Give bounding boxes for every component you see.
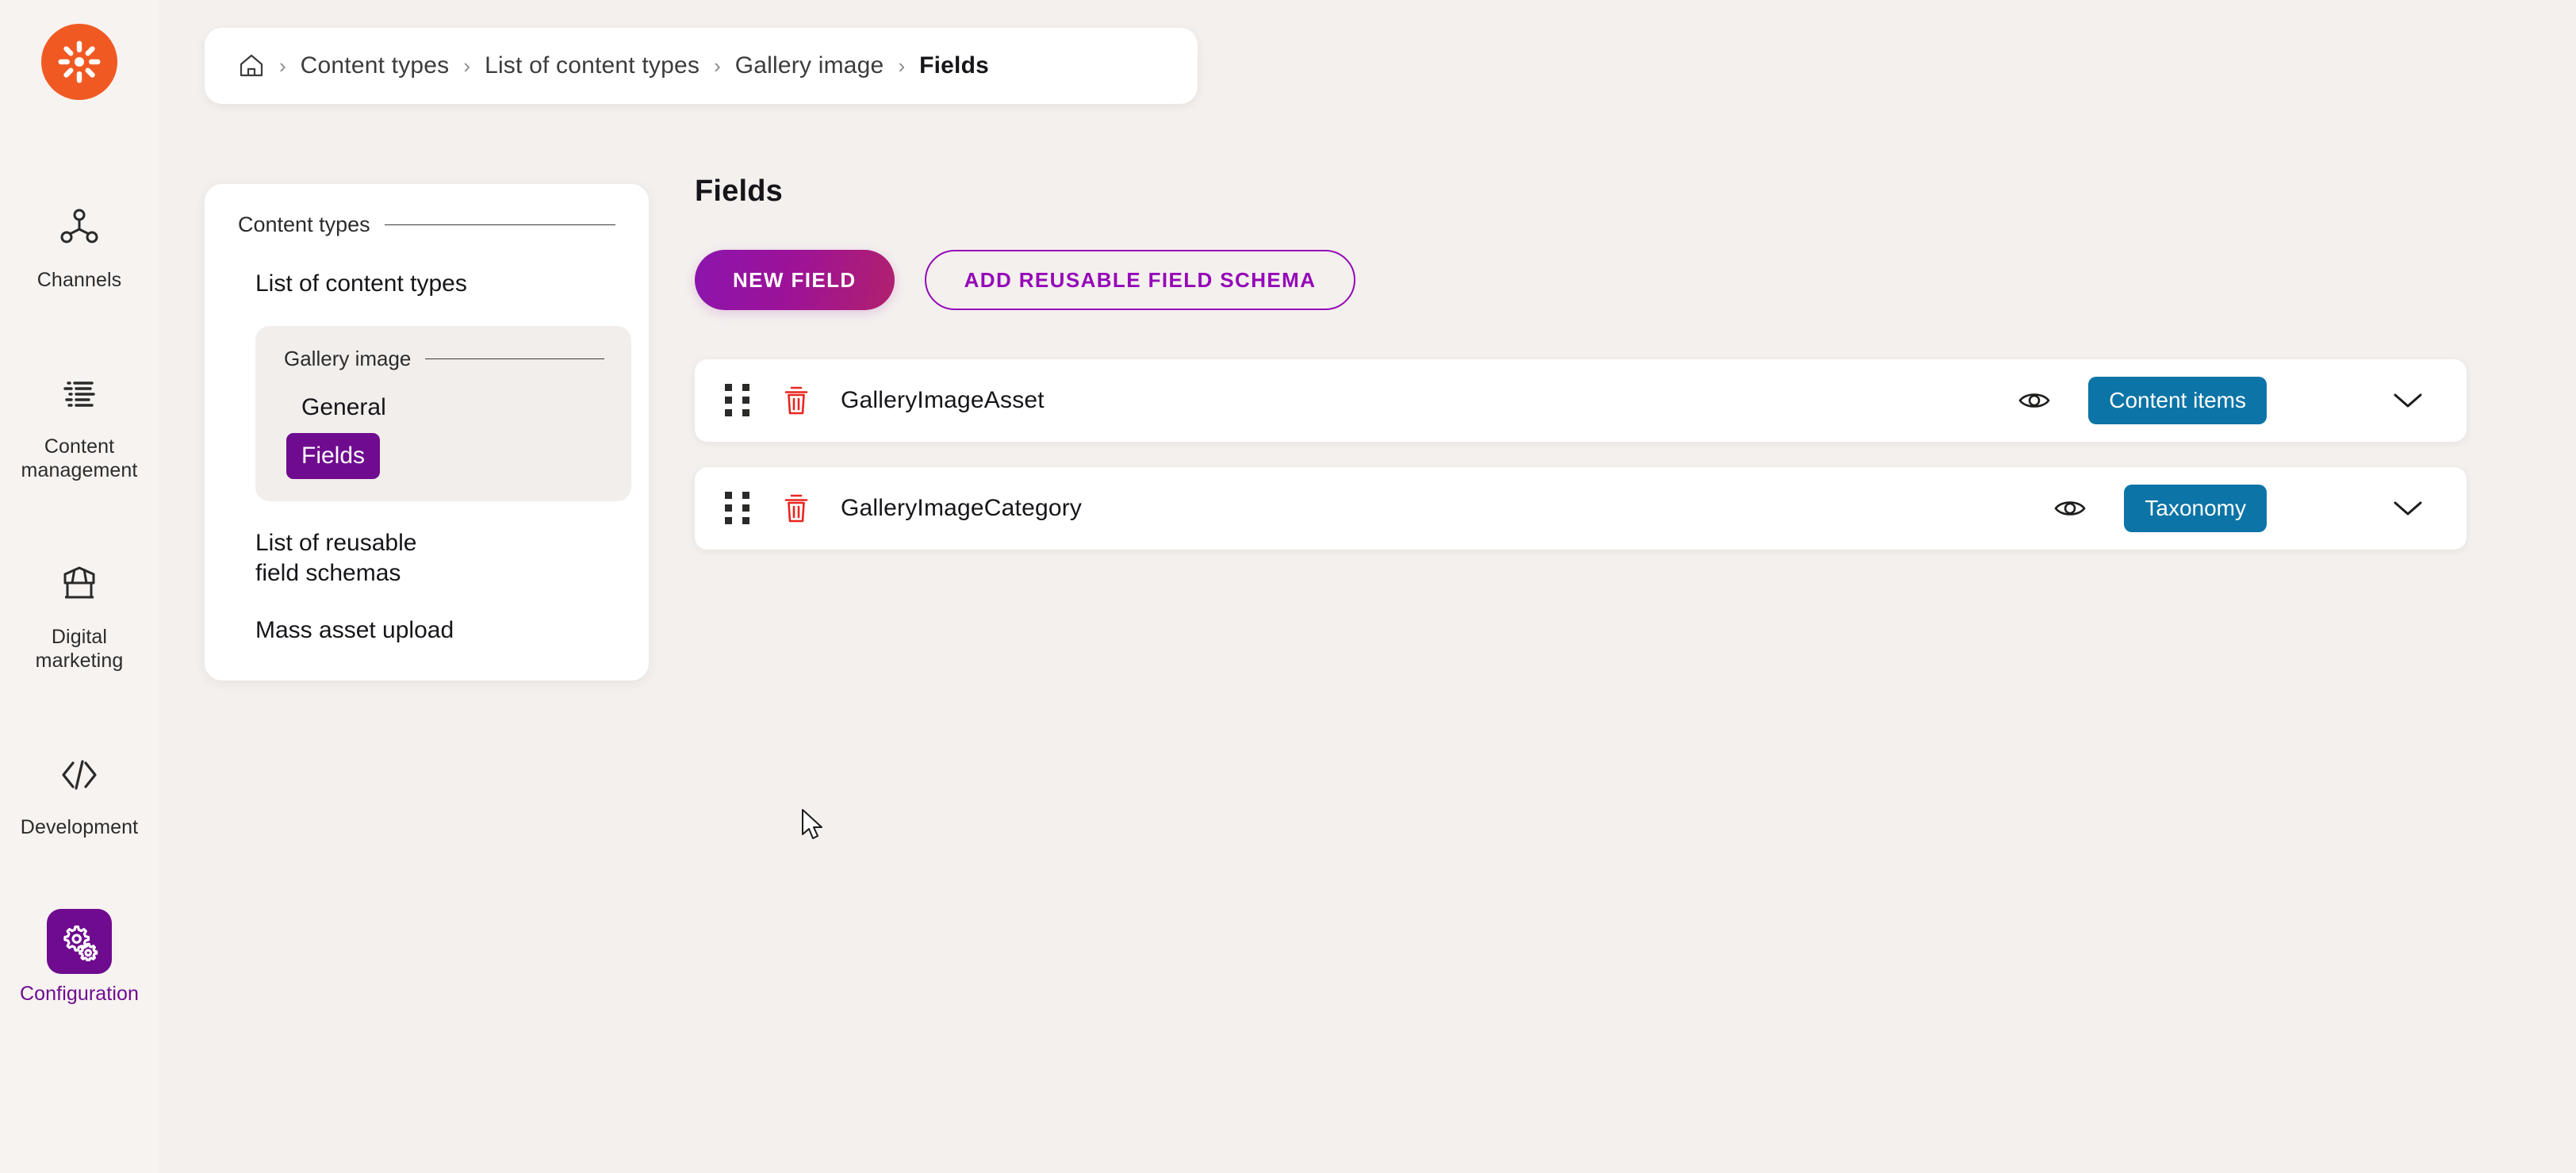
nav-group-header: Gallery image <box>255 347 631 371</box>
main-content: Fields NEW FIELD ADD REUSABLE FIELD SCHE… <box>695 174 2576 575</box>
breadcrumb-item-content-types[interactable]: Content types <box>301 52 450 79</box>
sidebar-item-label: Channels <box>36 269 122 291</box>
home-icon[interactable] <box>238 52 265 79</box>
trash-icon[interactable] <box>782 493 811 524</box>
field-type-badge[interactable]: Content items <box>2088 377 2267 424</box>
gears-icon <box>47 909 112 974</box>
table-row[interactable]: GalleryImageCategory Taxonomy <box>695 467 2467 550</box>
breadcrumb: › Content types › List of content types … <box>205 28 1198 104</box>
page-title: Fields <box>695 174 784 208</box>
storefront-icon <box>47 552 112 617</box>
breadcrumb-separator: › <box>279 53 286 78</box>
code-brackets-icon <box>47 742 112 807</box>
rail-item-list: Channels Content management Digital mark… <box>0 195 159 1006</box>
breadcrumb-separator: › <box>714 53 721 78</box>
eye-icon[interactable] <box>2018 389 2050 412</box>
sidebar-item-label: Development <box>20 816 139 838</box>
trash-icon[interactable] <box>782 385 811 416</box>
channels-network-icon <box>47 195 112 260</box>
sidebar-item-label: Digital marketing <box>35 626 124 672</box>
nav-item-list-of-content-types[interactable]: List of content types <box>205 269 649 299</box>
chevron-down-icon[interactable] <box>2392 391 2424 410</box>
sidebar-item-label: Configuration <box>19 983 139 1005</box>
eye-icon[interactable] <box>2054 497 2086 519</box>
nav-item-mass-asset-upload[interactable]: Mass asset upload <box>205 615 649 646</box>
breadcrumb-item-gallery-image[interactable]: Gallery image <box>735 52 884 79</box>
row-actions: Content items <box>2018 377 2467 424</box>
row-actions: Taxonomy <box>2054 485 2467 532</box>
nav-subitem-general[interactable]: General <box>301 393 386 422</box>
kentico-sun-logo-icon[interactable] <box>41 24 117 100</box>
sidebar-item-development[interactable]: Development <box>0 742 159 839</box>
nav-group-title: Gallery image <box>284 347 412 370</box>
content-lines-icon <box>47 362 112 427</box>
secondary-navigation-panel: Content types List of content types Gall… <box>205 184 649 680</box>
sidebar-item-channels[interactable]: Channels <box>0 195 159 292</box>
nav-group-rule <box>425 358 604 359</box>
drag-handle-icon[interactable] <box>725 492 752 525</box>
breadcrumb-separator: › <box>898 53 906 78</box>
breadcrumb-item-list-of-content-types[interactable]: List of content types <box>485 52 700 79</box>
field-name: GalleryImageAsset <box>841 387 1045 413</box>
add-reusable-field-schema-button[interactable]: ADD REUSABLE FIELD SCHEMA <box>924 250 1356 310</box>
breadcrumb-item-fields: Fields <box>919 52 989 79</box>
drag-handle-icon[interactable] <box>725 384 752 417</box>
sidebar-item-configuration[interactable]: Configuration <box>0 909 159 1006</box>
breadcrumb-separator: › <box>463 53 471 78</box>
nav-subitem-fields[interactable]: Fields <box>286 433 381 479</box>
section-rule <box>384 224 615 225</box>
nav-group-gallery-image: Gallery image General Fields <box>255 326 631 501</box>
app-navigation-rail: Channels Content management Digital mark… <box>0 0 159 1173</box>
sidebar-item-content-management[interactable]: Content management <box>0 362 159 482</box>
new-field-button[interactable]: NEW FIELD <box>695 250 895 310</box>
nav-item-list-of-reusable-field-schemas[interactable]: List of reusable field schemas <box>205 528 466 588</box>
field-name: GalleryImageCategory <box>841 495 1083 521</box>
secondary-nav-section-header: Content types <box>205 213 649 237</box>
action-bar: NEW FIELD ADD REUSABLE FIELD SCHEMA <box>695 250 2576 310</box>
sidebar-item-label: Content management <box>21 435 138 481</box>
table-row[interactable]: GalleryImageAsset Content items <box>695 359 2467 442</box>
mouse-pointer-icon <box>801 808 828 845</box>
field-type-badge[interactable]: Taxonomy <box>2124 485 2267 532</box>
sidebar-item-digital-marketing[interactable]: Digital marketing <box>0 552 159 673</box>
section-title: Content types <box>238 213 370 236</box>
chevron-down-icon[interactable] <box>2392 499 2424 518</box>
